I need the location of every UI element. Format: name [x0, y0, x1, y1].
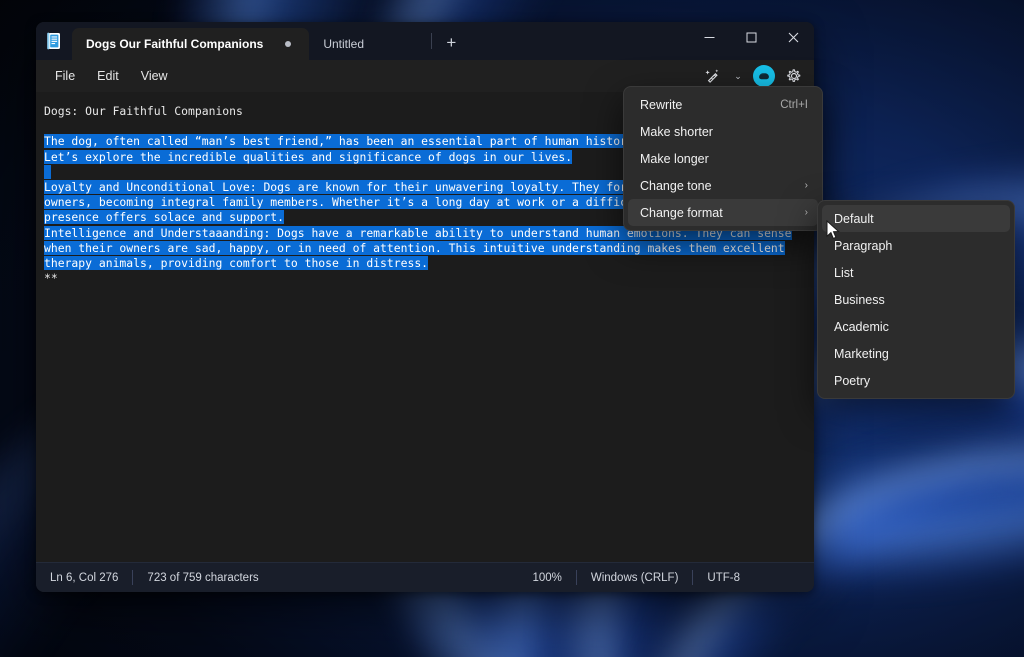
- menu-item-label: Academic: [834, 320, 1000, 334]
- gear-icon[interactable]: [782, 64, 806, 88]
- menu-item-label: Change tone: [640, 179, 795, 193]
- text-run: Dogs: Our Faithful Companions: [44, 104, 243, 118]
- tab-dogs-our-faithful-companions[interactable]: Dogs Our Faithful Companions: [72, 28, 309, 60]
- ai-menu-item-change-tone[interactable]: Change tone ›: [628, 172, 818, 199]
- format-menu-item-default[interactable]: Default: [822, 205, 1010, 232]
- tab-separator: [431, 33, 432, 49]
- format-menu-item-poetry[interactable]: Poetry: [822, 367, 1010, 394]
- desktop-background: Dogs Our Faithful Companions Untitled +: [0, 0, 1024, 657]
- selected-text-run: presence offers solace and support.: [44, 210, 284, 224]
- menu-view[interactable]: View: [130, 65, 179, 87]
- window-controls: [688, 22, 814, 53]
- menu-item-label: Make shorter: [640, 125, 808, 139]
- status-zoom-level[interactable]: 100%: [518, 570, 575, 586]
- format-menu-item-paragraph[interactable]: Paragraph: [822, 232, 1010, 259]
- tab-strip: Dogs Our Faithful Companions Untitled +: [72, 22, 688, 60]
- menu-item-label: Rewrite: [640, 98, 766, 112]
- tab-title: Untitled: [323, 37, 415, 51]
- menu-item-label: Change format: [640, 206, 795, 220]
- format-menu-item-list[interactable]: List: [822, 259, 1010, 286]
- tab-modified-dot-icon[interactable]: [281, 37, 295, 51]
- ai-actions-menu: Rewrite Ctrl+I Make shorter Make longer Chan…: [623, 86, 823, 231]
- status-cursor-position[interactable]: Ln 6, Col 276: [36, 570, 132, 586]
- menu-item-label: Make longer: [640, 152, 808, 166]
- ai-menu-item-rewrite[interactable]: Rewrite Ctrl+I: [628, 91, 818, 118]
- selected-text-run: Loyalty and Unconditional Love: Dogs are…: [44, 180, 634, 194]
- maximize-button[interactable]: [730, 22, 772, 53]
- chevron-right-icon: ›: [805, 180, 808, 191]
- status-character-count[interactable]: 723 of 759 characters: [133, 570, 272, 586]
- selected-text-run: when their owners are sad, happy, or in …: [44, 241, 785, 255]
- chevron-right-icon: ›: [805, 207, 808, 218]
- status-bar: Ln 6, Col 276 723 of 759 characters 100%…: [36, 562, 814, 592]
- selected-text-run: Let’s explore the incredible qualities a…: [44, 150, 572, 164]
- menu-item-label: Marketing: [834, 347, 1000, 361]
- line-asterisks: **: [44, 271, 804, 286]
- line-p3-b: when their owners are sad, happy, or in …: [44, 241, 804, 256]
- line-p3-c: therapy animals, providing comfort to th…: [44, 256, 804, 271]
- status-line-ending[interactable]: Windows (CRLF): [577, 570, 693, 586]
- ai-menu-item-make-shorter[interactable]: Make shorter: [628, 118, 818, 145]
- ai-menu-item-change-format[interactable]: Change format ›: [628, 199, 818, 226]
- menu-file[interactable]: File: [44, 65, 86, 87]
- menu-item-shortcut: Ctrl+I: [780, 99, 808, 111]
- selected-text-run: The dog, often called “man’s best friend…: [44, 134, 634, 148]
- new-tab-button[interactable]: +: [434, 28, 468, 58]
- text-run: **: [44, 271, 58, 285]
- menu-item-label: List: [834, 266, 1000, 280]
- copilot-icon[interactable]: [753, 65, 775, 87]
- format-menu-item-academic[interactable]: Academic: [822, 313, 1010, 340]
- status-encoding[interactable]: UTF-8: [693, 570, 754, 586]
- chevron-down-icon[interactable]: ⌄: [726, 64, 750, 88]
- tab-title: Dogs Our Faithful Companions: [86, 37, 263, 51]
- close-button[interactable]: [772, 22, 814, 53]
- selected-text-run: therapy animals, providing comfort to th…: [44, 256, 428, 270]
- menu-edit[interactable]: Edit: [86, 65, 130, 87]
- title-bar: Dogs Our Faithful Companions Untitled +: [36, 22, 814, 60]
- menu-item-label: Business: [834, 293, 1000, 307]
- selected-text-run: [44, 165, 51, 179]
- format-menu-item-marketing[interactable]: Marketing: [822, 340, 1010, 367]
- ai-menu-item-make-longer[interactable]: Make longer: [628, 145, 818, 172]
- change-format-submenu: Default Paragraph List Business Academic Mark…: [817, 200, 1015, 399]
- tab-untitled[interactable]: Untitled: [309, 28, 429, 60]
- minimize-button[interactable]: [688, 22, 730, 53]
- notepad-app-icon: [36, 22, 72, 60]
- format-menu-item-business[interactable]: Business: [822, 286, 1010, 313]
- menu-item-label: Poetry: [834, 374, 1000, 388]
- selected-text-run: owners, becoming integral family members…: [44, 195, 634, 209]
- magic-wand-sparkle-icon[interactable]: [700, 64, 724, 88]
- menu-item-label: Paragraph: [834, 239, 1000, 253]
- menu-item-label: Default: [834, 212, 1000, 226]
